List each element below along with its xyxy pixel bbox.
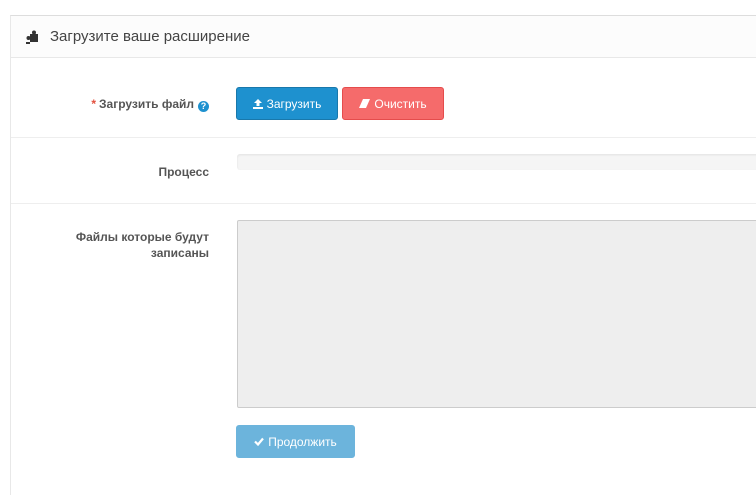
required-mark: *: [91, 97, 97, 111]
eraser-icon: [359, 99, 371, 108]
files-label-line1: Файлы которые будут: [75, 230, 209, 244]
puzzle-icon: [26, 30, 38, 44]
clear-button-label: Очистить: [374, 96, 427, 111]
upload-button[interactable]: Загрузить: [236, 87, 338, 120]
progress-bar: [237, 154, 756, 170]
clear-button[interactable]: Очистить: [342, 87, 444, 120]
progress-row: Процесс: [11, 138, 756, 204]
upload-file-row: * Загрузить файл? Загрузить Очистить: [11, 58, 756, 138]
files-textarea[interactable]: [237, 220, 756, 408]
continue-button[interactable]: Продолжить: [236, 425, 355, 458]
continue-button-label: Продолжить: [268, 434, 337, 449]
upload-file-label-group: * Загрузить файл?: [91, 96, 209, 112]
panel-heading: Загрузите ваше расширение: [11, 16, 756, 58]
upload-file-label: Загрузить файл: [99, 97, 194, 111]
files-label-line2: записаны: [150, 246, 209, 260]
progress-label: Процесс: [158, 165, 209, 179]
files-label: Файлы которые будут записаны: [76, 229, 209, 261]
upload-icon: [252, 98, 263, 109]
extension-upload-panel: Загрузите ваше расширение * Загрузить фай…: [10, 15, 756, 495]
files-row: Файлы которые будут записаны Продолжить: [11, 204, 756, 504]
check-icon: [254, 437, 265, 446]
upload-button-label: Загрузить: [266, 96, 322, 111]
question-circle-icon[interactable]: ?: [198, 101, 209, 112]
panel-title: Загрузите ваше расширение: [50, 28, 250, 45]
